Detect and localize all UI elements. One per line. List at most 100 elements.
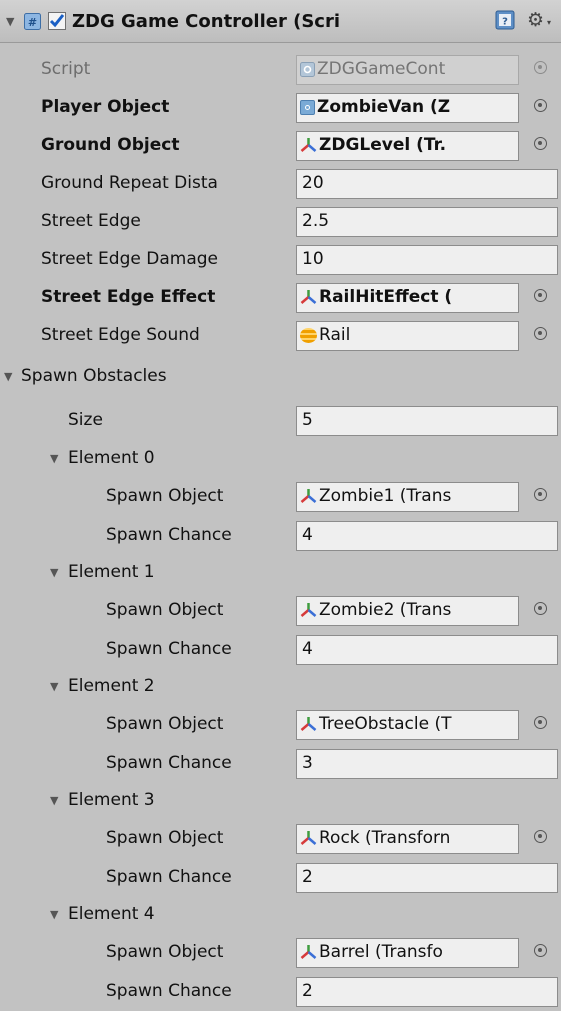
- element-0-spawn-object: Spawn Object Zombie1 (Trans: [0, 478, 561, 516]
- street-edge-effect-field[interactable]: RailHitEffect (: [296, 283, 519, 313]
- spawn-chance-label: Spawn Chance: [106, 981, 232, 1001]
- ground-repeat-distance-input[interactable]: 20: [296, 169, 558, 199]
- chevron-down-icon: ▾: [547, 18, 552, 27]
- street-edge-sound-field[interactable]: Rail: [296, 321, 519, 351]
- element-3-spawn-chance: Spawn Chance 2: [0, 859, 561, 897]
- spawn-object-field[interactable]: TreeObstacle (T: [296, 710, 519, 740]
- svg-text:#: #: [28, 16, 37, 29]
- spawn-obstacles-foldout[interactable]: ▼ Spawn Obstacles: [0, 361, 561, 399]
- script-field: ZDGGameCont: [296, 55, 519, 85]
- spawn-object-label: Spawn Object: [106, 486, 224, 506]
- street-edge-damage-label: Street Edge Damage: [41, 249, 218, 269]
- element-label: Element 3: [68, 790, 155, 810]
- spawn-chance-label: Spawn Chance: [106, 867, 232, 887]
- triangle-down-icon[interactable]: ▼: [50, 566, 58, 579]
- spawn-object-label: Spawn Object: [106, 600, 224, 620]
- svg-text:?: ?: [502, 17, 508, 28]
- player-object-label: Player Object: [41, 97, 170, 117]
- element-4-spawn-object: Spawn Object Barrel (Transfo: [0, 934, 561, 972]
- transform-axes-icon: [300, 945, 317, 959]
- ground-object-field[interactable]: ZDGLevel (Tr.: [296, 131, 519, 161]
- property-street-edge-effect: Street Edge Effect RailHitEffect (: [0, 279, 561, 317]
- element-1-spawn-object: Spawn Object Zombie2 (Trans: [0, 592, 561, 630]
- ground-object-label: Ground Object: [41, 135, 180, 155]
- spawn-object-value: Barrel (Transfo: [319, 942, 443, 962]
- triangle-down-icon[interactable]: ▼: [50, 680, 58, 693]
- help-book-icon[interactable]: ?: [495, 10, 515, 35]
- spawn-object-field[interactable]: Rock (Transforn: [296, 824, 519, 854]
- triangle-down-icon[interactable]: ▼: [4, 370, 12, 383]
- object-picker-icon[interactable]: [534, 289, 547, 302]
- spawn-object-label: Spawn Object: [106, 828, 224, 848]
- object-picker-icon[interactable]: [534, 488, 547, 501]
- audio-clip-icon: [300, 328, 317, 343]
- element-1-foldout[interactable]: ▼ Element 1: [0, 557, 561, 595]
- spawn-chance-label: Spawn Chance: [106, 525, 232, 545]
- element-3-foldout[interactable]: ▼ Element 3: [0, 785, 561, 823]
- street-edge-damage-input[interactable]: 10: [296, 245, 558, 275]
- property-street-edge-damage: Street Edge Damage 10: [0, 241, 561, 279]
- spawn-object-label: Spawn Object: [106, 942, 224, 962]
- ground-object-value: ZDGLevel (Tr.: [319, 135, 447, 155]
- enabled-checkbox[interactable]: [48, 12, 66, 30]
- transform-axes-icon: [300, 603, 317, 617]
- element-0-spawn-chance: Spawn Chance 4: [0, 517, 561, 555]
- property-ground-repeat-distance: Ground Repeat Dista 20: [0, 165, 561, 203]
- spawn-object-field[interactable]: Zombie1 (Trans: [296, 482, 519, 512]
- spawn-object-field[interactable]: Zombie2 (Trans: [296, 596, 519, 626]
- element-2-spawn-chance: Spawn Chance 3: [0, 745, 561, 783]
- element-4-spawn-chance: Spawn Chance 2: [0, 973, 561, 1011]
- script-asset-icon: [300, 100, 315, 115]
- element-4-foldout[interactable]: ▼ Element 4: [0, 899, 561, 937]
- player-object-field[interactable]: ZombieVan (Z: [296, 93, 519, 123]
- spawn-chance-input[interactable]: 2: [296, 863, 558, 893]
- element-label: Element 2: [68, 676, 155, 696]
- size-label: Size: [68, 410, 103, 430]
- property-script: Script ZDGGameCont: [0, 51, 561, 89]
- element-1-spawn-chance: Spawn Chance 4: [0, 631, 561, 669]
- triangle-down-icon[interactable]: ▼: [50, 794, 58, 807]
- transform-axes-icon: [300, 290, 317, 304]
- spawn-chance-input[interactable]: 4: [296, 521, 558, 551]
- street-edge-effect-label: Street Edge Effect: [41, 287, 216, 307]
- object-picker-icon[interactable]: [534, 602, 547, 615]
- component-header: ▼ # ZDG Game Controller (Scri ? ⚙ ▾: [0, 0, 561, 43]
- property-street-edge: Street Edge 2.5: [0, 203, 561, 241]
- spawn-chance-input[interactable]: 4: [296, 635, 558, 665]
- street-edge-sound-value: Rail: [319, 325, 351, 345]
- player-object-value: ZombieVan (Z: [317, 97, 451, 117]
- street-edge-input[interactable]: 2.5: [296, 207, 558, 237]
- spawn-object-field[interactable]: Barrel (Transfo: [296, 938, 519, 968]
- object-picker-icon[interactable]: [534, 830, 547, 843]
- element-3-spawn-object: Spawn Object Rock (Transforn: [0, 820, 561, 858]
- object-picker-icon[interactable]: [534, 327, 547, 340]
- object-picker-icon[interactable]: [534, 99, 547, 112]
- spawn-chance-input[interactable]: 2: [296, 977, 558, 1007]
- script-value: ZDGGameCont: [317, 59, 446, 79]
- property-street-edge-sound: Street Edge Sound Rail: [0, 317, 561, 355]
- transform-axes-icon: [300, 831, 317, 845]
- size-input[interactable]: 5: [296, 406, 558, 436]
- property-player-object: Player Object ZombieVan (Z: [0, 89, 561, 127]
- script-label: Script: [41, 59, 91, 79]
- object-picker-icon[interactable]: [534, 944, 547, 957]
- element-0-foldout[interactable]: ▼ Element 0: [0, 443, 561, 481]
- element-label: Element 1: [68, 562, 155, 582]
- ground-repeat-distance-label: Ground Repeat Dista: [41, 173, 218, 193]
- spawn-chance-input[interactable]: 3: [296, 749, 558, 779]
- script-file-icon: [300, 62, 315, 82]
- spawn-chance-label: Spawn Chance: [106, 753, 232, 773]
- object-picker-icon[interactable]: [534, 61, 547, 74]
- transform-axes-icon: [300, 717, 317, 731]
- component-title: ZDG Game Controller (Scri: [72, 11, 341, 32]
- object-picker-icon[interactable]: [534, 716, 547, 729]
- element-2-foldout[interactable]: ▼ Element 2: [0, 671, 561, 709]
- checkmark-icon: [49, 14, 65, 28]
- object-picker-icon[interactable]: [534, 137, 547, 150]
- triangle-down-icon[interactable]: ▼: [50, 908, 58, 921]
- gear-icon[interactable]: ⚙: [527, 9, 544, 31]
- street-edge-effect-value: RailHitEffect (: [319, 287, 453, 307]
- foldout-triangle-down-icon[interactable]: ▼: [6, 15, 14, 28]
- triangle-down-icon[interactable]: ▼: [50, 452, 58, 465]
- element-label: Element 4: [68, 904, 155, 924]
